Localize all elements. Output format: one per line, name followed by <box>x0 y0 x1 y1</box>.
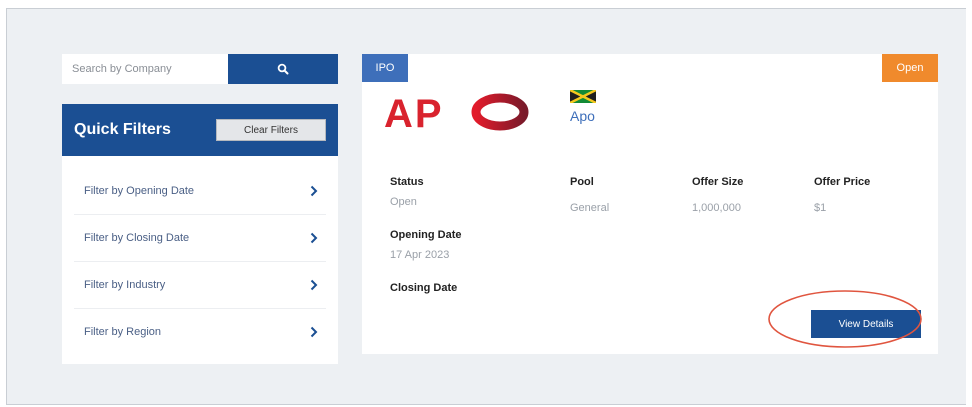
search-icon <box>277 63 289 75</box>
filter-list: Filter by Opening Date Filter by Closing… <box>62 156 338 355</box>
filter-label: Filter by Industry <box>84 279 166 291</box>
chevron-right-icon <box>310 185 318 197</box>
ipo-card: IPO Open AP Apo Status Open Pool General… <box>362 54 938 354</box>
opening-date-label: Opening Date <box>390 229 462 241</box>
ipo-type-badge: IPO <box>362 54 408 82</box>
jamaica-flag-icon <box>570 90 596 103</box>
filter-label: Filter by Closing Date <box>84 232 190 244</box>
pool-value: General <box>570 202 610 214</box>
quick-filters-title: Quick Filters <box>74 121 171 138</box>
svg-text:AP: AP <box>384 92 444 134</box>
search-bar <box>62 54 338 84</box>
opening-date-value: 17 Apr 2023 <box>390 249 450 261</box>
status-value: Open <box>390 196 417 208</box>
closing-date-label: Closing Date <box>390 282 458 294</box>
status-badge: Open <box>882 54 938 82</box>
offer-price-value: $1 <box>814 202 827 214</box>
offer-size-label: Offer Size <box>692 176 744 188</box>
filter-by-closing-date[interactable]: Filter by Closing Date <box>74 215 326 262</box>
chevron-right-icon <box>310 232 318 244</box>
offer-size-value: 1,000,000 <box>692 202 741 214</box>
filter-by-opening-date[interactable]: Filter by Opening Date <box>74 168 326 215</box>
view-details-button[interactable]: View Details <box>811 310 921 338</box>
chevron-right-icon <box>310 326 318 338</box>
company-logo: AP <box>384 92 529 134</box>
offer-price-label: Offer Price <box>814 176 871 188</box>
filter-label: Filter by Region <box>84 326 162 338</box>
filter-label: Filter by Opening Date <box>84 185 195 197</box>
chevron-right-icon <box>310 279 318 291</box>
clear-filters-button[interactable]: Clear Filters <box>216 119 326 141</box>
filter-by-industry[interactable]: Filter by Industry <box>74 262 326 309</box>
quick-filters-panel: Quick Filters Clear Filters Filter by Op… <box>62 104 338 364</box>
search-button[interactable] <box>228 54 338 84</box>
pool-label: Pool <box>570 176 594 188</box>
filter-by-region[interactable]: Filter by Region <box>74 309 326 355</box>
status-label: Status <box>390 176 424 188</box>
company-name[interactable]: Apo <box>570 108 595 124</box>
search-input[interactable] <box>62 54 228 84</box>
quick-filters-header: Quick Filters Clear Filters <box>62 104 338 156</box>
